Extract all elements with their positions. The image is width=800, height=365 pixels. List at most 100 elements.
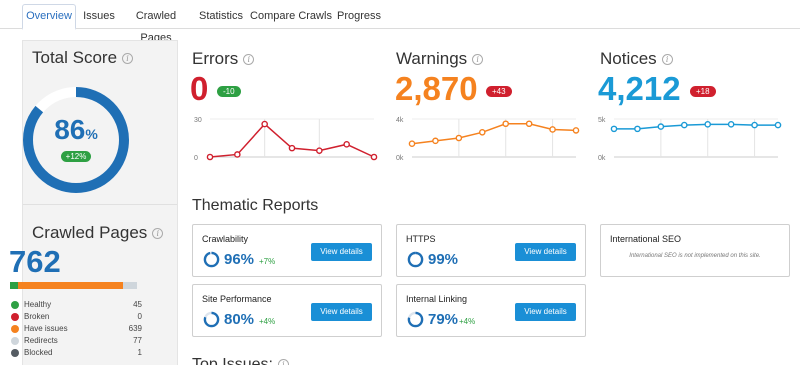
divider — [23, 204, 177, 205]
redirects-dot-icon — [11, 337, 19, 345]
card-https: HTTPS 99% View details — [396, 224, 586, 277]
progress-ring-icon — [203, 251, 220, 268]
warnings-delta-badge: +43 — [486, 86, 512, 97]
legend-redirects[interactable]: Redirects 77 — [10, 335, 144, 347]
card-percent: 99% — [428, 251, 459, 268]
blocked-dot-icon — [11, 349, 19, 357]
view-details-button[interactable]: View details — [311, 243, 372, 261]
tab-compare-crawls[interactable]: Compare Crawls — [250, 5, 332, 29]
info-icon[interactable]: i — [152, 228, 164, 240]
chart-series-line — [209, 123, 375, 158]
issues-dot-icon — [11, 325, 19, 333]
chart-data-point — [234, 151, 241, 158]
notices-value[interactable]: 4,212 — [598, 70, 681, 108]
crawled-pages-label: Crawled Pages — [32, 223, 148, 242]
errors-value[interactable]: 0 — [190, 70, 208, 108]
top-issues-title: Top Issues: i — [192, 356, 289, 365]
crawled-pages-legend: Healthy 45 Broken 0 Have issues 639 Redirec… — [10, 299, 144, 359]
card-percent: 96% — [224, 251, 255, 268]
card-note: International SEO is not implemented on … — [629, 253, 761, 259]
notices-label: Notices — [600, 49, 657, 68]
chart-data-point — [610, 125, 618, 133]
chart-ytick-label: 5k — [598, 117, 606, 124]
warnings-value[interactable]: 2,870 — [395, 70, 478, 108]
card-title: HTTPS — [406, 234, 436, 244]
chart-data-point — [572, 127, 580, 134]
legend-healthy[interactable]: Healthy 45 — [10, 299, 144, 311]
legend-blocked[interactable]: Blocked 1 — [10, 347, 144, 359]
info-icon[interactable]: i — [122, 53, 134, 65]
card-internal-linking: Internal Linking 79% +4% View details — [396, 284, 586, 337]
tab-progress[interactable]: Progress — [336, 5, 382, 29]
info-icon[interactable]: i — [277, 359, 289, 365]
view-details-button[interactable]: View details — [515, 303, 576, 321]
errors-chart: 30 0 — [194, 117, 378, 162]
chart-data-point — [316, 147, 323, 154]
progress-ring-icon — [203, 311, 220, 328]
report-tabs: Overview Issues Crawled Pages Statistics… — [0, 0, 800, 44]
info-icon[interactable]: i — [472, 54, 484, 66]
bar-redirects — [123, 282, 137, 289]
card-title: Crawlability — [202, 234, 249, 244]
chart-ytick-label: 30 — [194, 117, 202, 124]
crawled-pages-value: 762 — [9, 244, 61, 279]
chart-data-point — [370, 153, 378, 161]
info-icon[interactable]: i — [243, 54, 255, 66]
legend-label: Redirects — [24, 336, 58, 345]
bar-have-issues — [18, 282, 123, 289]
chart-data-point — [680, 121, 688, 129]
chart-data-point — [432, 137, 439, 145]
top-issues-label: Top Issues: — [192, 356, 273, 365]
chart-ytick-label: 0k — [396, 155, 404, 162]
view-details-button[interactable]: View details — [311, 303, 372, 321]
chart-data-point — [502, 120, 510, 128]
legend-count: 77 — [133, 336, 142, 345]
legend-count: 639 — [128, 324, 142, 333]
score-delta-badge: +12% — [60, 151, 92, 162]
chart-data-point — [774, 121, 782, 129]
chart-ytick-label: 0k — [598, 155, 606, 162]
chart-data-point — [727, 121, 735, 128]
score-number: 86 — [54, 114, 86, 145]
legend-have-issues[interactable]: Have issues 639 — [10, 323, 144, 335]
legend-label: Broken — [24, 312, 50, 321]
warnings-label: Warnings — [396, 49, 468, 68]
card-crawlability: Crawlability 96% +7% View details — [192, 224, 382, 277]
view-details-button[interactable]: View details — [515, 243, 576, 261]
thematic-reports-title: Thematic Reports — [192, 197, 319, 214]
crawled-pages-title: Crawled Pages i — [32, 223, 164, 243]
errors-label: Errors — [192, 49, 239, 68]
card-percent: 80% — [224, 311, 255, 328]
notices-delta-badge: +18 — [690, 86, 716, 97]
score-value: 86% — [20, 114, 132, 146]
legend-label: Have issues — [24, 324, 68, 333]
card-international-seo: International SEO International SEO is n… — [600, 224, 790, 277]
errors-delta-badge: -10 — [217, 86, 241, 97]
tab-issues[interactable]: Issues — [80, 5, 118, 29]
notices-title: Notices i — [600, 49, 673, 69]
chart-data-point — [525, 120, 533, 128]
tab-crawled-pages[interactable]: Crawled Pages — [120, 5, 192, 44]
info-icon[interactable]: i — [661, 54, 673, 66]
score-text: 86% +12% — [20, 114, 132, 164]
card-delta: +4% — [259, 317, 276, 326]
chart-data-point — [288, 144, 296, 152]
legend-count: 45 — [133, 300, 142, 309]
card-delta: +4% — [459, 317, 476, 326]
chart-ytick-label: 0 — [194, 155, 198, 162]
legend-broken[interactable]: Broken 0 — [10, 311, 144, 323]
card-title: International SEO — [610, 234, 682, 244]
warnings-title: Warnings i — [396, 49, 484, 69]
progress-ring-icon — [407, 311, 424, 328]
card-delta: +7% — [259, 257, 276, 266]
chart-data-point — [751, 121, 758, 129]
tab-statistics[interactable]: Statistics — [196, 5, 246, 29]
bar-healthy — [10, 282, 18, 289]
tab-overview[interactable]: Overview — [22, 4, 76, 30]
card-title: Site Performance — [202, 294, 272, 304]
healthy-dot-icon — [11, 301, 19, 309]
total-score-donut: 86% +12% — [20, 84, 132, 196]
chart-data-point — [634, 125, 641, 133]
chart-data-point — [455, 134, 463, 142]
errors-title: Errors i — [192, 49, 255, 69]
